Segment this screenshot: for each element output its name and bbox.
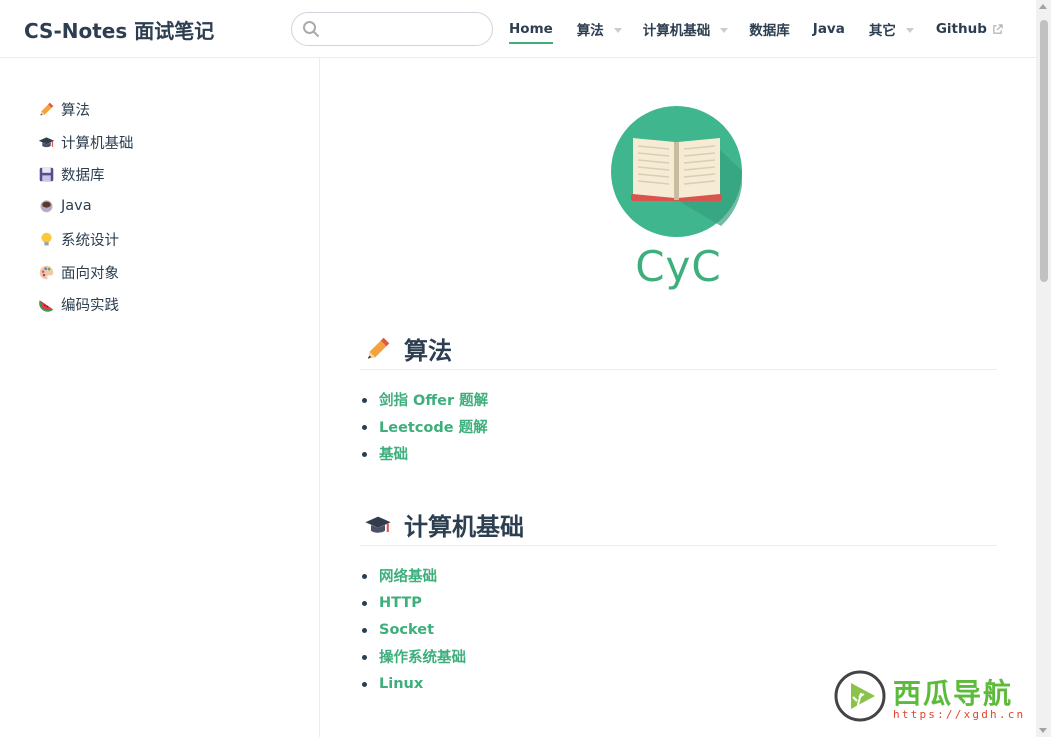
scrollbar-thumb[interactable] [1040, 20, 1048, 282]
sidebar: 算法 计算机基础 数据库 Java 系统设计 面向对象 编码实践 [0, 58, 320, 737]
watermelon-icon [39, 300, 54, 312]
search-box[interactable] [291, 12, 493, 46]
floppy-disk-icon [39, 167, 54, 182]
site-name[interactable]: CS-Notes 面试笔记 [24, 15, 214, 44]
nav-java[interactable]: Java [813, 0, 845, 58]
watermark-title: 西瓜导航 [893, 677, 1014, 710]
list-item: 基础 [360, 440, 488, 467]
vertical-scrollbar[interactable] [1036, 0, 1051, 737]
scroll-up-arrow-icon[interactable] [1039, 4, 1047, 9]
nav-github-label: Github [935, 21, 987, 37]
caret-down-icon [720, 27, 729, 33]
caret-down-icon [905, 27, 914, 33]
sidebar-item-cs-basics[interactable]: 计算机基础 [38, 132, 134, 153]
coffee-icon [40, 200, 53, 213]
nav-others-dropdown[interactable]: 其它 [869, 0, 914, 58]
list-item: 操作系统基础 [360, 643, 466, 670]
list-item: Linux [360, 670, 466, 697]
sidebar-item-database[interactable]: 数据库 [38, 164, 105, 185]
cs-basics-link-list: 网络基础 HTTP Socket 操作系统基础 Linux [360, 562, 466, 697]
open-book-icon [611, 106, 742, 237]
sidebar-item-label: 算法 [61, 103, 90, 119]
sidebar-item-label: 数据库 [61, 168, 105, 184]
palette-icon [39, 265, 54, 280]
sidebar-item-coding-practice[interactable]: 编码实践 [38, 294, 119, 315]
sidebar-item-java[interactable]: Java [38, 197, 92, 214]
algorithms-link-list: 剑指 Offer 题解 Leetcode 题解 基础 [360, 386, 488, 467]
scroll-down-arrow-icon[interactable] [1039, 728, 1047, 733]
search-input[interactable] [326, 17, 486, 41]
nav-others-label: 其它 [868, 23, 896, 39]
link-socket[interactable]: Socket [379, 622, 434, 638]
nav-algorithms-label: 算法 [576, 23, 604, 39]
sidebar-item-algorithms[interactable]: 算法 [38, 99, 90, 120]
link-network-basics[interactable]: 网络基础 [379, 565, 437, 586]
nav-cs-basics-dropdown[interactable]: 计算机基础 [643, 0, 729, 58]
section-title: 计算机基础 [404, 513, 524, 541]
link-jianzhi-offer[interactable]: 剑指 Offer 题解 [379, 389, 488, 410]
lightbulb-icon [41, 232, 52, 246]
pencil-icon [368, 337, 390, 359]
navbar: CS-Notes 面试笔记 Home 算法 计算机基础 数据库 Java 其它 [0, 0, 1036, 58]
sidebar-item-label: 编码实践 [61, 298, 119, 314]
watermark: 西瓜导航 https://xgdh.cn [833, 669, 1043, 725]
sidebar-item-oop[interactable]: 面向对象 [38, 262, 119, 283]
section-title: 算法 [404, 337, 452, 365]
sidebar-item-label: 系统设计 [61, 233, 119, 249]
list-item: 网络基础 [360, 562, 466, 589]
nav-home-label: Home [509, 21, 553, 44]
link-algo-basics[interactable]: 基础 [379, 443, 408, 464]
graduation-cap-icon [365, 516, 391, 533]
section-heading-cs-basics: 计算机基础 [360, 504, 997, 546]
external-link-icon [993, 23, 1003, 34]
nav-links: Home 算法 计算机基础 数据库 Java 其它 Github [509, 0, 1003, 58]
list-item: HTTP [360, 589, 466, 616]
link-os-basics[interactable]: 操作系统基础 [379, 646, 466, 667]
graduation-cap-icon [38, 137, 55, 148]
sidebar-item-label: 计算机基础 [61, 136, 134, 152]
nav-database[interactable]: 数据库 [749, 0, 790, 58]
nav-algorithms-dropdown[interactable]: 算法 [577, 0, 622, 58]
list-item: 剑指 Offer 题解 [360, 386, 488, 413]
sidebar-item-system-design[interactable]: 系统设计 [38, 229, 119, 250]
caret-down-icon [613, 27, 622, 33]
watermark-url: https://xgdh.cn [893, 708, 1026, 721]
search-icon [303, 21, 319, 37]
nav-cs-basics-label: 计算机基础 [642, 23, 711, 39]
link-leetcode[interactable]: Leetcode 题解 [379, 416, 488, 437]
link-http[interactable]: HTTP [379, 595, 422, 611]
sidebar-item-label: Java [61, 197, 92, 214]
sidebar-item-label: 面向对象 [61, 266, 119, 282]
hero-title: CyC [635, 242, 722, 291]
link-linux[interactable]: Linux [379, 676, 423, 692]
nav-github-link[interactable]: Github [936, 0, 1003, 58]
pencil-icon [40, 102, 54, 116]
nav-home[interactable]: Home [509, 0, 553, 58]
list-item: Socket [360, 616, 466, 643]
nav-database-label: 数据库 [749, 23, 790, 39]
nav-java-label: Java [812, 21, 845, 37]
list-item: Leetcode 题解 [360, 413, 488, 440]
section-heading-algorithms: 算法 [360, 328, 997, 370]
watermark-logo-icon [834, 670, 886, 722]
